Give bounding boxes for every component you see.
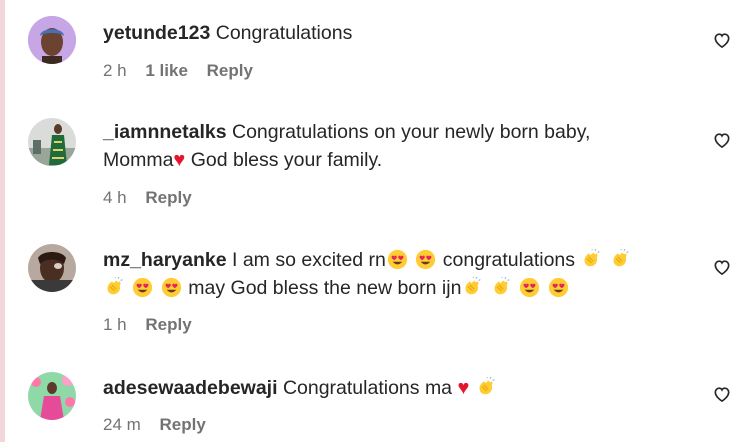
comment-username[interactable]: mz_haryanke — [103, 249, 227, 271]
comment-body: Congratulations on your newly born baby, — [231, 121, 591, 143]
comment-body: may God bless the new born ijn — [188, 277, 462, 299]
comment-meta: 4 h Reply — [103, 188, 206, 208]
heart-eyes-emoji — [519, 277, 540, 298]
heart-eyes-emoji — [415, 249, 436, 270]
comment-body: Congratulations — [215, 22, 353, 44]
comment-meta: 24 m Reply — [103, 415, 220, 435]
heart-eyes-emoji — [387, 249, 408, 270]
comment-body: God bless your family. — [190, 149, 383, 171]
comment-text: adesewaadebewaji Congratulations ma ♥ — [103, 374, 688, 402]
clapping-hands-emoji — [581, 249, 602, 270]
likes-count[interactable]: 1 like — [145, 61, 188, 80]
avatar[interactable] — [28, 372, 76, 420]
reply-button[interactable]: Reply — [160, 415, 206, 434]
left-edge-strip — [0, 0, 5, 442]
comment-text: yetunde123 Congratulations — [103, 19, 688, 47]
comment-time: 24 m — [103, 415, 141, 434]
comment-text: mz_haryanke I am so excited rn congratul… — [103, 246, 688, 302]
reply-button[interactable]: Reply — [145, 188, 191, 207]
heart-outline-icon[interactable] — [712, 30, 732, 50]
comment-body: Momma — [103, 149, 174, 171]
comment-time: 2 h — [103, 61, 127, 80]
clapping-hands-emoji — [491, 277, 512, 298]
comment-body: I am so excited rn — [232, 249, 386, 271]
comment-username[interactable]: adesewaadebewaji — [103, 377, 278, 399]
heart-eyes-emoji — [548, 277, 569, 298]
avatar[interactable] — [28, 118, 76, 166]
comment-username[interactable]: yetunde123 — [103, 22, 210, 44]
clapping-hands-emoji — [610, 249, 631, 270]
clapping-hands-emoji — [104, 277, 125, 298]
heart-eyes-emoji — [161, 277, 182, 298]
avatar[interactable] — [28, 16, 76, 64]
heart-outline-icon[interactable] — [712, 384, 732, 404]
comment-username[interactable]: _iamnnetalks — [103, 121, 227, 143]
comment-time: 1 h — [103, 315, 127, 334]
comment-time: 4 h — [103, 188, 127, 207]
clapping-hands-emoji — [462, 277, 483, 298]
heart-outline-icon[interactable] — [712, 257, 732, 277]
comment-body: Congratulations ma — [282, 377, 453, 399]
clapping-hands-emoji — [476, 377, 497, 398]
heart-outline-icon[interactable] — [712, 130, 732, 150]
reply-button[interactable]: Reply — [145, 315, 191, 334]
avatar[interactable] — [28, 244, 76, 292]
comment-meta: 2 h 1 like Reply — [103, 61, 267, 81]
comment-text: _iamnnetalks Congratulations on your new… — [103, 118, 688, 174]
red-heart-emoji: ♥ — [457, 377, 470, 399]
comment-meta: 1 h Reply — [103, 315, 206, 335]
red-heart-emoji: ♥ — [173, 149, 186, 171]
comment-body: congratulations — [442, 249, 576, 271]
reply-button[interactable]: Reply — [207, 61, 253, 80]
heart-eyes-emoji — [132, 277, 153, 298]
